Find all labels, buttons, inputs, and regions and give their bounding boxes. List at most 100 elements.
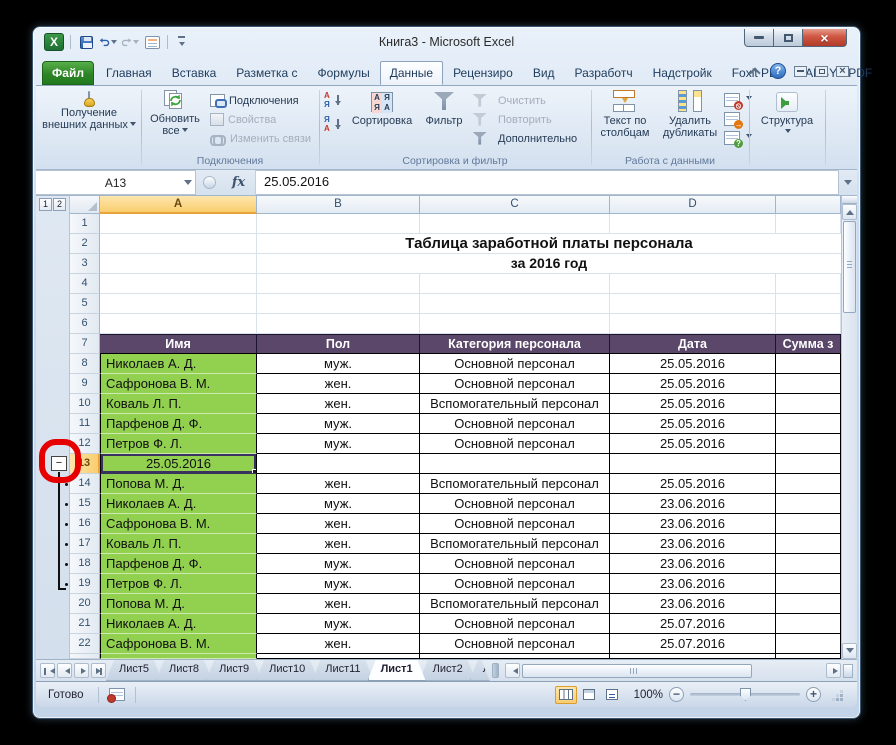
advanced-button[interactable]: Дополнительно — [472, 130, 577, 147]
tab-вид[interactable]: Вид — [523, 61, 565, 85]
horizontal-scrollbar[interactable] — [501, 660, 857, 681]
expand-formula-bar-icon[interactable] — [839, 170, 857, 195]
what-if-analysis-button[interactable]: ? — [724, 129, 752, 146]
row-header-9[interactable]: 9 — [70, 374, 100, 394]
connections-button[interactable]: Подключения — [210, 92, 311, 109]
row-header-19[interactable]: 19 — [70, 574, 100, 594]
cell-category[interactable]: Вспомогательный персонал — [420, 394, 610, 414]
cell-date[interactable]: 23.06.2016 — [610, 534, 776, 554]
cell-date[interactable]: 25.07.2016 — [610, 634, 776, 654]
row-header-11[interactable]: 11 — [70, 414, 100, 434]
split-handle[interactable] — [842, 196, 857, 204]
cell-gender[interactable]: жен. — [257, 594, 420, 614]
select-all-corner[interactable] — [70, 196, 100, 214]
table-header-cell[interactable]: Пол — [257, 334, 420, 354]
cell-category[interactable]: Вспомогательный персонал — [420, 594, 610, 614]
consolidate-button[interactable]: → — [724, 110, 752, 127]
zoom-out-button[interactable]: − — [669, 687, 684, 702]
cell[interactable] — [100, 274, 257, 294]
get-external-data-button[interactable]: Получение внешних данных — [42, 92, 136, 131]
fill-handle[interactable] — [252, 469, 257, 474]
cell-category[interactable]: Основной персонал — [420, 554, 610, 574]
column-header-B[interactable]: B — [257, 196, 420, 214]
text-to-columns-button[interactable]: Текст постолбцам — [594, 90, 656, 139]
first-sheet-icon[interactable] — [40, 663, 55, 678]
cell-category[interactable] — [420, 454, 610, 474]
cell-category[interactable]: Основной персонал — [420, 514, 610, 534]
cell[interactable] — [100, 254, 257, 274]
cell-gender[interactable]: жен. — [257, 374, 420, 394]
page-layout-view-button[interactable] — [578, 686, 600, 704]
outline-level-1-button[interactable]: 1 — [39, 198, 52, 211]
cell-date[interactable]: 25.05.2016 — [610, 374, 776, 394]
scroll-left-icon[interactable] — [505, 663, 520, 678]
cell[interactable] — [257, 214, 420, 234]
vertical-scroll-track[interactable] — [842, 314, 857, 643]
cell-gender[interactable]: жен. — [257, 534, 420, 554]
tab-надстройк[interactable]: Надстройк — [643, 61, 722, 85]
cell-name-selected[interactable]: 25.05.2016 — [100, 454, 257, 474]
cell[interactable] — [420, 274, 610, 294]
sheet-tab-л[interactable]: Л — [470, 660, 490, 681]
scroll-down-icon[interactable] — [842, 643, 857, 659]
table-title[interactable]: Таблица заработной платы персонала — [257, 234, 841, 254]
cell-sum[interactable] — [776, 454, 841, 474]
cell-gender[interactable] — [257, 454, 420, 474]
row-header-6[interactable]: 6 — [70, 314, 100, 334]
tab-разработч[interactable]: Разработч — [565, 61, 643, 85]
workbook-minimize-button[interactable] — [794, 66, 807, 77]
sheet-tab-лист8[interactable]: Лист8 — [156, 660, 212, 681]
cell-date[interactable]: 23.06.2016 — [610, 574, 776, 594]
cell-date[interactable]: 23.06.2016 — [610, 514, 776, 534]
zoom-level-label[interactable]: 100% — [629, 689, 663, 701]
column-header-C[interactable]: C — [420, 196, 610, 214]
cell[interactable] — [100, 234, 257, 254]
edit-links-button[interactable]: Изменить связи — [210, 130, 311, 147]
vertical-scroll-thumb[interactable] — [843, 221, 856, 313]
cell-name[interactable]: Парфенов Д. Ф. — [100, 414, 257, 434]
tab-split-handle[interactable] — [492, 663, 499, 678]
cell-gender[interactable]: муж. — [257, 614, 420, 634]
cell-gender[interactable]: жен. — [257, 514, 420, 534]
tab-формулы[interactable]: Формулы — [308, 61, 380, 85]
cell[interactable] — [776, 314, 841, 334]
filter-button[interactable]: Фильтр — [420, 92, 468, 127]
tab-разметка-с[interactable]: Разметка с — [226, 61, 307, 85]
cell-sum[interactable] — [776, 534, 841, 554]
cell-date[interactable]: 23.06.2016 — [610, 554, 776, 574]
reapply-button[interactable]: Повторить — [472, 111, 577, 128]
sheet-tab-лист5[interactable]: Лист5 — [106, 660, 162, 681]
sheet-tab-лист2[interactable]: Лист2 — [420, 660, 476, 681]
column-header-A[interactable]: A — [100, 196, 257, 214]
close-button[interactable]: × — [803, 29, 847, 47]
table-header-cell[interactable]: Сумма з — [776, 334, 841, 354]
cell-date[interactable]: 25.07.2016 — [610, 614, 776, 634]
row-header-22[interactable]: 22 — [70, 634, 100, 654]
cell-name[interactable]: Петров Ф. Л. — [100, 574, 257, 594]
cell-name[interactable]: Коваль Л. П. — [100, 394, 257, 414]
scroll-right-icon[interactable] — [826, 663, 841, 678]
cell-sum[interactable] — [776, 574, 841, 594]
cell-sum[interactable] — [776, 474, 841, 494]
cell[interactable] — [776, 274, 841, 294]
tab-главная[interactable]: Главная — [96, 61, 162, 85]
cell-date[interactable]: 25.05.2016 — [610, 474, 776, 494]
cell-sum[interactable] — [776, 634, 841, 654]
cell-category[interactable]: Основной персонал — [420, 634, 610, 654]
formula-input[interactable]: 25.05.2016 — [256, 170, 839, 195]
cell[interactable] — [257, 314, 420, 334]
row-header-5[interactable]: 5 — [70, 294, 100, 314]
table-header-cell[interactable]: Категория персонала — [420, 334, 610, 354]
cell-date[interactable]: 25.05.2016 — [610, 394, 776, 414]
cell-gender[interactable]: жен. — [257, 634, 420, 654]
row-header-20[interactable]: 20 — [70, 594, 100, 614]
name-box-dropdown-icon[interactable] — [184, 180, 192, 189]
cell-sum[interactable] — [776, 354, 841, 374]
row-header-3[interactable]: 3 — [70, 254, 100, 274]
cell-gender[interactable]: муж. — [257, 414, 420, 434]
horizontal-scroll-thumb[interactable] — [522, 664, 752, 678]
cell[interactable] — [420, 214, 610, 234]
row-header-8[interactable]: 8 — [70, 354, 100, 374]
row-header-10[interactable]: 10 — [70, 394, 100, 414]
help-icon[interactable] — [770, 63, 786, 79]
